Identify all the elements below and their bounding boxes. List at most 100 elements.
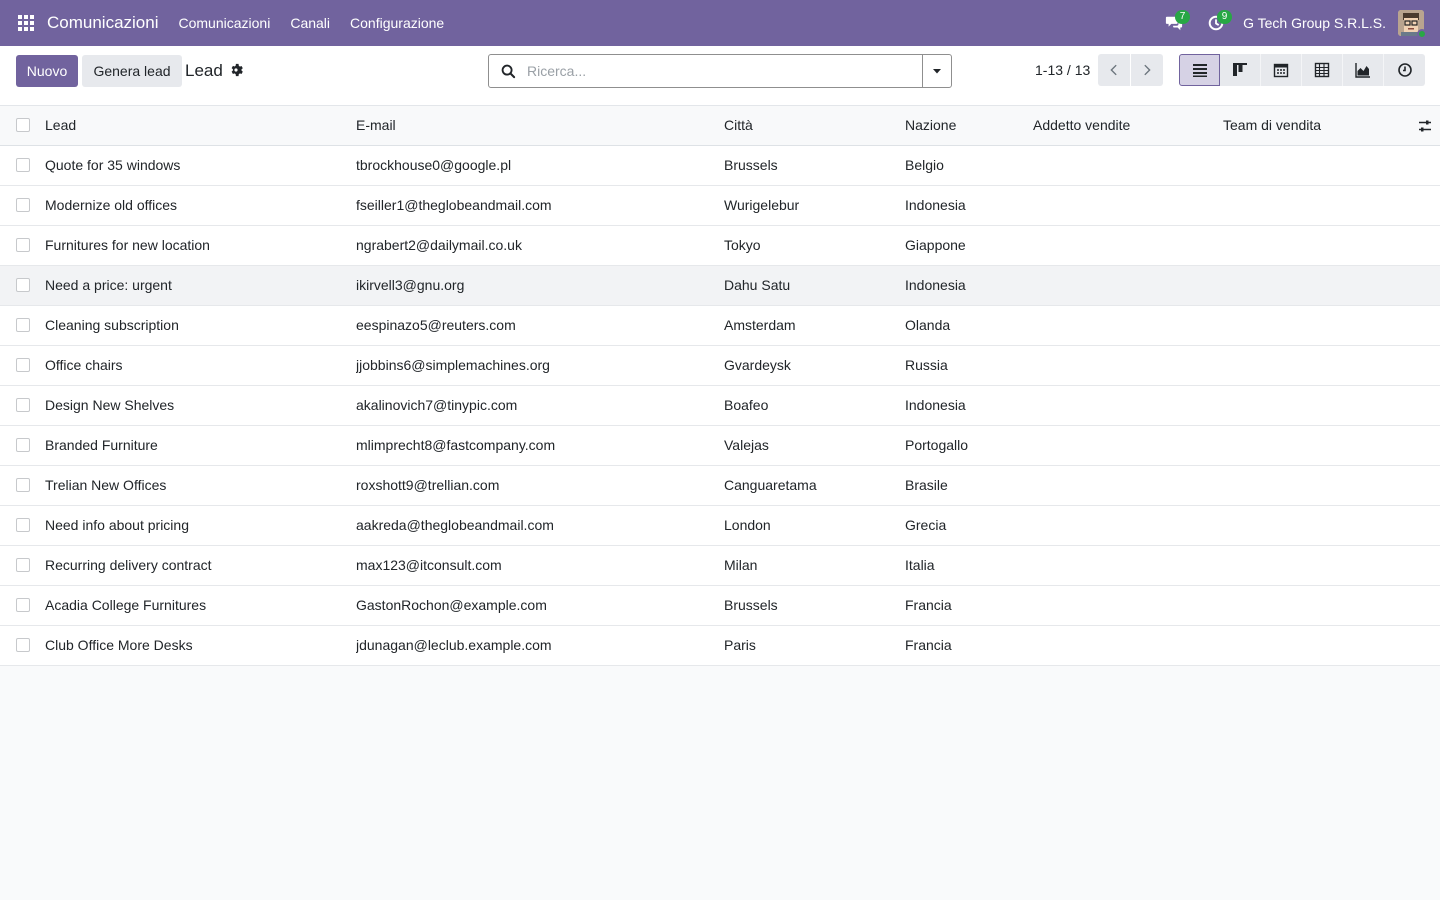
row-checkbox[interactable]: [16, 478, 30, 492]
row-checkbox[interactable]: [16, 638, 30, 652]
row-checkbox[interactable]: [16, 398, 30, 412]
search-options-toggle[interactable]: [922, 55, 951, 87]
pager-next-button[interactable]: [1131, 54, 1163, 86]
cell-city: Milan: [724, 557, 758, 573]
lead-list: Lead E-mail Città Nazione Addetto vendit…: [0, 106, 1440, 666]
cell-spacer: [1410, 545, 1440, 585]
cell-email: eespinazo5@reuters.com: [356, 317, 516, 333]
cell-salesperson: [1033, 145, 1223, 185]
menu-item-canali[interactable]: Canali: [280, 15, 340, 31]
table-row[interactable]: Branded Furniture mlimprecht8@fastcompany…: [0, 425, 1440, 465]
cell-country: Francia: [905, 597, 952, 613]
cell-team: [1223, 425, 1410, 465]
chevron-right-icon: [1144, 64, 1151, 76]
cell-city: Brussels: [724, 157, 778, 173]
cell-spacer: [1410, 625, 1440, 665]
cell-city: Paris: [724, 637, 756, 653]
graph-view-button[interactable]: [1343, 54, 1384, 86]
calendar-view-button[interactable]: [1261, 54, 1302, 86]
kanban-view-button[interactable]: [1220, 54, 1261, 86]
list-view-button[interactable]: [1179, 54, 1220, 86]
generate-lead-button[interactable]: Genera lead: [82, 55, 182, 87]
user-avatar[interactable]: [1398, 10, 1427, 39]
table-row[interactable]: Need info about pricing aakreda@theglobea…: [0, 505, 1440, 545]
column-header-email[interactable]: E-mail: [356, 106, 724, 145]
row-select-cell: [0, 585, 45, 625]
table-row[interactable]: Office chairs jjobbins6@simplemachines.or…: [0, 345, 1440, 385]
cell-salesperson: [1033, 425, 1223, 465]
activity-view-button[interactable]: [1384, 54, 1425, 86]
cell-salesperson: [1033, 345, 1223, 385]
row-checkbox[interactable]: [16, 238, 30, 252]
table-row[interactable]: Club Office More Desks jdunagan@leclub.ex…: [0, 625, 1440, 665]
table-icon: [1314, 62, 1330, 78]
company-switcher[interactable]: G Tech Group S.R.L.S.: [1237, 15, 1398, 31]
row-checkbox[interactable]: [16, 198, 30, 212]
messages-button[interactable]: 7: [1153, 0, 1195, 46]
column-header-team[interactable]: Team di vendita: [1223, 106, 1410, 145]
pager-previous-button[interactable]: [1098, 54, 1130, 86]
column-header-country[interactable]: Nazione: [905, 106, 1033, 145]
table-header-row: Lead E-mail Città Nazione Addetto vendit…: [0, 106, 1440, 145]
table-row[interactable]: Modernize old offices fseiller1@theglobea…: [0, 185, 1440, 225]
new-button[interactable]: Nuovo: [16, 55, 78, 87]
table-row[interactable]: Need a price: urgent ikirvell3@gnu.org Dah…: [0, 265, 1440, 305]
row-checkbox[interactable]: [16, 438, 30, 452]
activities-button[interactable]: 9: [1195, 0, 1237, 46]
cell-salesperson: [1033, 305, 1223, 345]
column-header-salesperson[interactable]: Addetto vendite: [1033, 106, 1223, 145]
row-select-cell: [0, 425, 45, 465]
app-menu-icon[interactable]: [0, 0, 52, 46]
cell-city: Canguaretama: [724, 477, 817, 493]
cell-country: Portogallo: [905, 437, 969, 453]
area-chart-icon: [1355, 63, 1370, 78]
main-menu: Comunicazioni Canali Configurazione: [169, 15, 455, 31]
table-row[interactable]: Quote for 35 windows tbrockhouse0@google.…: [0, 145, 1440, 185]
cell-city: Wurigelebur: [724, 197, 800, 213]
app-brand[interactable]: Comunicazioni: [47, 13, 159, 33]
cell-email: roxshott9@trellian.com: [356, 477, 500, 493]
cell-lead: Design New Shelves: [45, 397, 175, 413]
table-row[interactable]: Trelian New Offices roxshott9@trellian.co…: [0, 465, 1440, 505]
table-row[interactable]: Recurring delivery contract max123@itcons…: [0, 545, 1440, 585]
row-checkbox[interactable]: [16, 518, 30, 532]
cell-salesperson: [1033, 545, 1223, 585]
search-input[interactable]: [527, 56, 922, 86]
table-row[interactable]: Cleaning subscription eespinazo5@reuters.…: [0, 305, 1440, 345]
cell-country: Olanda: [905, 317, 951, 333]
optional-columns-toggle[interactable]: [1410, 106, 1440, 145]
control-panel: Nuovo Genera lead Lead 1-13 / 13: [0, 46, 1440, 106]
pivot-view-button[interactable]: [1302, 54, 1343, 86]
cell-country: Francia: [905, 637, 952, 653]
row-checkbox[interactable]: [16, 358, 30, 372]
column-header-city[interactable]: Città: [724, 106, 905, 145]
search-bar: [488, 54, 952, 88]
cell-spacer: [1410, 465, 1440, 505]
pager-value[interactable]: 1-13 / 13: [1035, 62, 1090, 78]
systray: 7 9 G Tech Group S.R.L.S.: [1153, 0, 1440, 46]
cell-email: jdunagan@leclub.example.com: [356, 637, 552, 653]
cell-country: Indonesia: [905, 397, 966, 413]
gear-icon[interactable]: [229, 63, 243, 77]
row-checkbox[interactable]: [16, 158, 30, 172]
table-row[interactable]: Furnitures for new location ngrabert2@dai…: [0, 225, 1440, 265]
menu-item-configurazione[interactable]: Configurazione: [340, 15, 454, 31]
cell-email: jjobbins6@simplemachines.org: [356, 357, 550, 373]
cell-lead: Quote for 35 windows: [45, 157, 181, 173]
row-checkbox[interactable]: [16, 318, 30, 332]
cell-email: GastonRochon@example.com: [356, 597, 547, 613]
cell-team: [1223, 385, 1410, 425]
table-row[interactable]: Acadia College Furnitures GastonRochon@ex…: [0, 585, 1440, 625]
row-checkbox[interactable]: [16, 558, 30, 572]
cell-spacer: [1410, 505, 1440, 545]
column-header-lead[interactable]: Lead: [45, 106, 356, 145]
row-checkbox[interactable]: [16, 598, 30, 612]
cell-country: Indonesia: [905, 197, 966, 213]
select-all-checkbox[interactable]: [16, 118, 30, 133]
cell-city: Tokyo: [724, 237, 761, 253]
menu-item-comunicazioni[interactable]: Comunicazioni: [169, 15, 281, 31]
sliders-icon: [1419, 120, 1431, 132]
row-checkbox[interactable]: [16, 278, 30, 292]
cell-lead: Club Office More Desks: [45, 637, 193, 653]
table-row[interactable]: Design New Shelves akalinovich7@tinypic.c…: [0, 385, 1440, 425]
